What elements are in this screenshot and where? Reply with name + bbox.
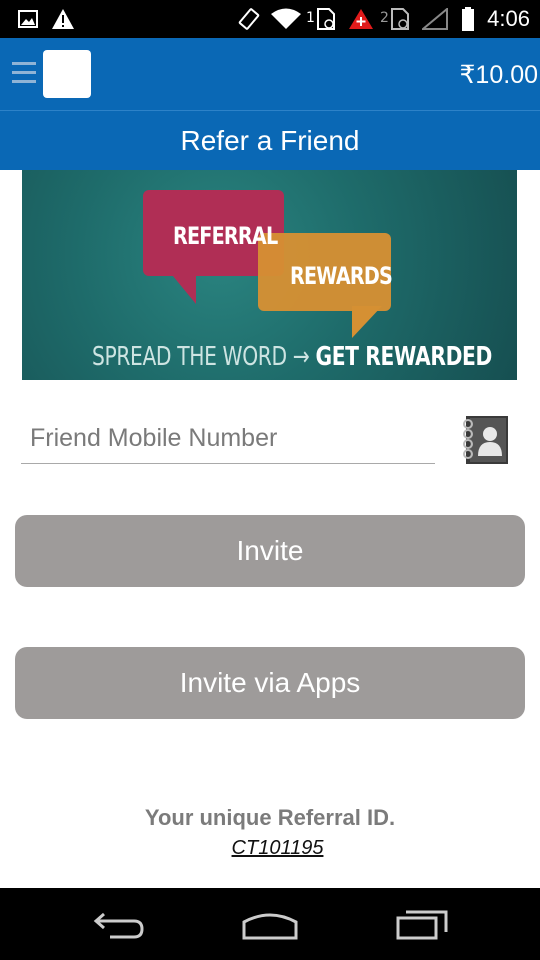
recent-apps-icon[interactable] [392,906,452,942]
referral-banner: REFERRAL REWARDS SPREAD THE WORD → GET R… [22,170,517,380]
banner-word-referral: REFERRAL [173,222,278,250]
system-nav-bar [0,888,540,960]
alert-icon [349,9,373,29]
warning-icon [52,9,74,29]
sim2-label: 2 [380,10,389,26]
app-logo[interactable] [43,50,91,98]
home-icon[interactable] [240,906,300,942]
mobile-number-input[interactable] [21,415,435,461]
rotate-icon [238,8,260,30]
referral-id-label: Your unique Referral ID. [144,805,396,830]
invite-button[interactable]: Invite [15,515,525,587]
sim1-icon [317,8,335,30]
app-bar: ₹10.00 [0,38,540,110]
mobile-number-field [21,415,435,464]
contacts-book-icon[interactable] [460,414,510,468]
status-bar: 1 2 4:06 [0,0,540,38]
page-title: Refer a Friend [180,124,360,156]
signal-icon [422,8,448,30]
status-time: 4:06 [487,6,530,31]
image-icon [18,10,38,28]
battery-icon [462,7,474,31]
referral-id-value[interactable]: CT101195 [0,837,540,860]
sim1-label: 1 [306,10,315,26]
invite-via-apps-button[interactable]: Invite via Apps [15,647,525,719]
back-icon[interactable] [90,906,150,942]
wifi-icon [271,8,301,29]
banner-tagline: SPREAD THE WORD → GET REWARDED [92,342,492,372]
wallet-balance[interactable]: ₹10.00 [460,60,538,90]
arrow-icon: → [292,342,310,372]
sim2-icon [391,8,409,30]
banner-word-rewards: REWARDS [290,262,393,290]
page-title-bar: Refer a Friend [0,110,540,170]
menu-icon[interactable] [12,62,36,84]
